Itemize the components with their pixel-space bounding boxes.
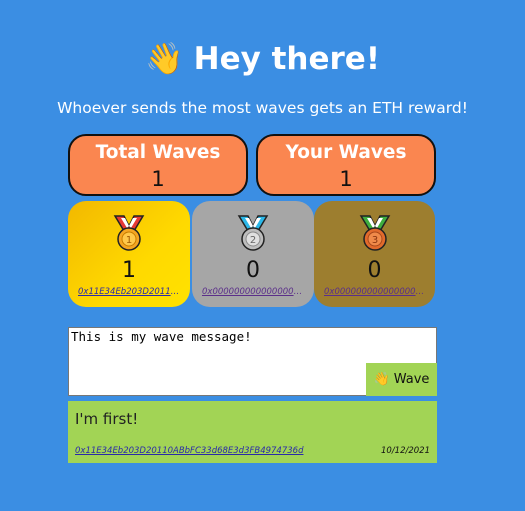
your-waves-label: Your Waves (285, 142, 407, 163)
svg-text:2: 2 (250, 235, 256, 246)
leaderboard-second: 2 0 0x0000000000000000000000000000000000… (192, 201, 314, 307)
your-waves-value: 1 (339, 167, 353, 191)
waving-hand-icon: 👋 (145, 41, 184, 77)
leaderboard-first: 1 1 0x11E34Eb203D20110ABbFC33d68E3d3FB49… (68, 201, 190, 307)
svg-text:1: 1 (126, 235, 132, 246)
total-waves-value: 1 (151, 167, 165, 191)
wave-sender-address[interactable]: 0x11E34Eb203D20110ABbFC33d68E3d3FB497473… (75, 446, 311, 456)
your-waves-counter: Your Waves 1 (256, 134, 436, 196)
leaderboard-second-count: 0 (246, 258, 260, 283)
waving-hand-icon: 👋 (373, 372, 390, 387)
total-waves-counter: Total Waves 1 (68, 134, 248, 196)
gold-medal-icon: 1 (113, 215, 145, 251)
wave-date: 10/12/2021 (381, 446, 430, 456)
page-title: 👋 Hey there! (0, 40, 525, 78)
subtitle: Whoever sends the most waves gets an ETH… (57, 99, 468, 117)
svg-text:3: 3 (371, 235, 377, 246)
leaderboard-second-address[interactable]: 0x00000000000000000000000000000000000000… (192, 287, 314, 297)
silver-medal-icon: 2 (237, 215, 269, 251)
wave-message: I'm first! (75, 410, 139, 428)
leaderboard-first-address[interactable]: 0x11E34Eb203D20110ABbFC33d68E3d3FB497473… (68, 287, 190, 297)
wave-button[interactable]: 👋 Wave (366, 363, 437, 396)
bronze-medal-icon: 3 (359, 215, 390, 251)
leaderboard-third: 3 0 0x0000000000000000000000000000000000… (314, 201, 435, 307)
title-text: Hey there! (193, 40, 380, 77)
leaderboard-third-count: 0 (367, 258, 382, 283)
wave-button-label: Wave (393, 372, 430, 387)
leaderboard-first-count: 1 (122, 258, 136, 283)
wave-card: I'm first! 0x11E34Eb203D20110ABbFC33d68E… (68, 401, 437, 463)
leaderboard-third-address[interactable]: 0x00000000000000000000000000000000000000… (314, 287, 435, 297)
total-waves-label: Total Waves (95, 142, 221, 163)
